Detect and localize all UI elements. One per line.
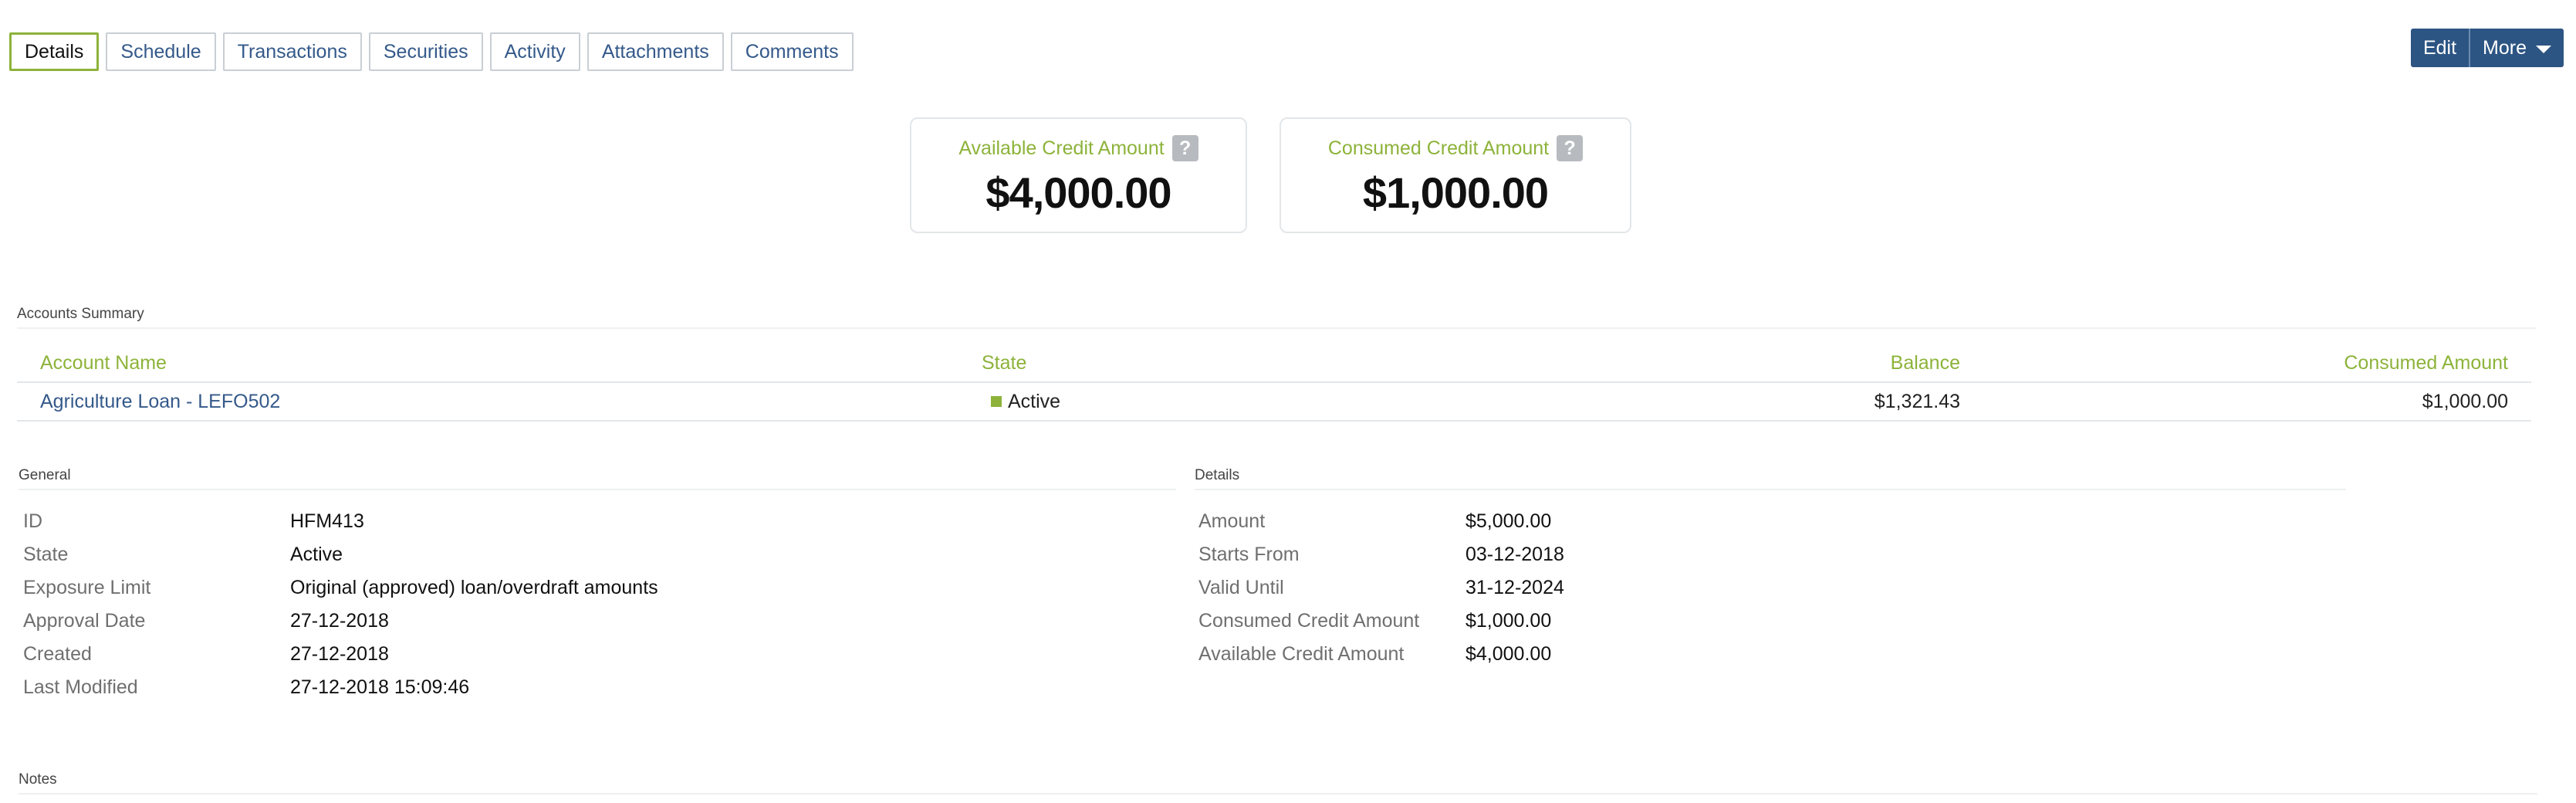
available-credit-value: $4,000.00 [985, 168, 1171, 217]
account-state: Active [982, 391, 1060, 413]
more-button[interactable]: More [2469, 29, 2564, 67]
general-row-state: State Active [23, 544, 658, 577]
accounts-summary-title: Accounts Summary [17, 306, 2536, 329]
status-dot-icon [991, 396, 1002, 407]
field-value: Active [290, 544, 343, 565]
account-consumed-amount: $1,000.00 [2422, 391, 2508, 412]
tab-transactions[interactable]: Transactions [222, 32, 362, 71]
consumed-credit-card: Consumed Credit Amount ? $1,000.00 [1280, 117, 1631, 233]
tab-activity[interactable]: Activity [489, 32, 580, 71]
account-state-text: Active [1008, 391, 1061, 412]
edit-button[interactable]: Edit [2411, 29, 2469, 67]
available-credit-label-row: Available Credit Amount ? [911, 135, 1246, 161]
details-row-valid-until: Valid Until 31-12-2024 [1198, 577, 1564, 610]
field-label: Exposure Limit [23, 577, 151, 598]
general-row-created: Created 27-12-2018 [23, 643, 658, 676]
accounts-table-header: Account Name State Balance Consumed Amou… [17, 346, 2531, 383]
tab-schedule[interactable]: Schedule [106, 32, 216, 71]
field-value: 03-12-2018 [1465, 544, 1564, 565]
help-icon[interactable]: ? [1171, 135, 1198, 161]
tab-comments[interactable]: Comments [730, 32, 854, 71]
field-value: 27-12-2018 15:09:46 [290, 676, 470, 698]
available-credit-label: Available Credit Amount [958, 137, 1165, 159]
field-label: State [23, 544, 69, 565]
tab-securities[interactable]: Securities [368, 32, 483, 71]
column-header-state[interactable]: State [982, 352, 1026, 374]
field-label: Amount [1198, 510, 1266, 532]
field-value: 27-12-2018 [290, 643, 389, 665]
general-row-last-modified: Last Modified 27-12-2018 15:09:46 [23, 676, 658, 710]
field-label: Last Modified [23, 676, 138, 698]
field-value: $1,000.00 [1465, 610, 1552, 632]
notes-section-title: Notes [19, 771, 2537, 795]
field-value: 27-12-2018 [290, 610, 389, 632]
table-row: Agriculture Loan - LEFO502 Active $1,321… [17, 385, 2531, 422]
column-header-account-name[interactable]: Account Name [40, 352, 167, 374]
general-row-id: ID HFM413 [23, 510, 658, 544]
account-name-link[interactable]: Agriculture Loan - LEFO502 [40, 391, 280, 413]
consumed-credit-label-row: Consumed Credit Amount ? [1281, 135, 1630, 161]
general-fields: ID HFM413 State Active Exposure Limit Or… [23, 510, 658, 710]
field-label: Approval Date [23, 610, 146, 632]
details-row-starts-from: Starts From 03-12-2018 [1198, 544, 1564, 577]
consumed-credit-label: Consumed Credit Amount [1327, 137, 1550, 159]
general-row-exposure-limit: Exposure Limit Original (approved) loan/… [23, 577, 658, 610]
column-header-consumed-amount[interactable]: Consumed Amount [2344, 352, 2508, 374]
field-label: Valid Until [1198, 577, 1284, 598]
details-row-amount: Amount $5,000.00 [1198, 510, 1564, 544]
general-row-approval-date: Approval Date 27-12-2018 [23, 610, 658, 643]
account-balance: $1,321.43 [1874, 391, 1960, 412]
tab-attachments[interactable]: Attachments [587, 32, 724, 71]
column-header-balance[interactable]: Balance [1891, 352, 1960, 374]
details-fields: Amount $5,000.00 Starts From 03-12-2018 … [1198, 510, 1564, 676]
chevron-down-icon [2536, 46, 2551, 53]
details-row-available-credit: Available Credit Amount $4,000.00 [1198, 643, 1564, 676]
field-value: Original (approved) loan/overdraft amoun… [290, 577, 658, 598]
field-value: HFM413 [290, 510, 364, 532]
field-value: $5,000.00 [1465, 510, 1552, 532]
details-row-consumed-credit: Consumed Credit Amount $1,000.00 [1198, 610, 1564, 643]
field-label: ID [23, 510, 42, 532]
tab-bar: Details Schedule Transactions Securities… [9, 32, 854, 71]
help-icon[interactable]: ? [1557, 135, 1584, 161]
consumed-credit-value: $1,000.00 [1362, 168, 1549, 217]
field-label: Created [23, 643, 92, 665]
details-section-title: Details [1195, 467, 2346, 490]
tab-details[interactable]: Details [9, 32, 100, 71]
field-label: Starts From [1198, 544, 1300, 565]
field-value: $4,000.00 [1465, 643, 1552, 665]
more-button-label: More [2483, 36, 2527, 59]
field-label: Consumed Credit Amount [1198, 610, 1420, 632]
available-credit-card: Available Credit Amount ? $4,000.00 [910, 117, 1247, 233]
field-label: Available Credit Amount [1198, 643, 1405, 665]
field-value: 31-12-2024 [1465, 577, 1564, 598]
action-button-group: Edit More [2410, 29, 2564, 67]
general-section-title: General [19, 467, 1176, 490]
